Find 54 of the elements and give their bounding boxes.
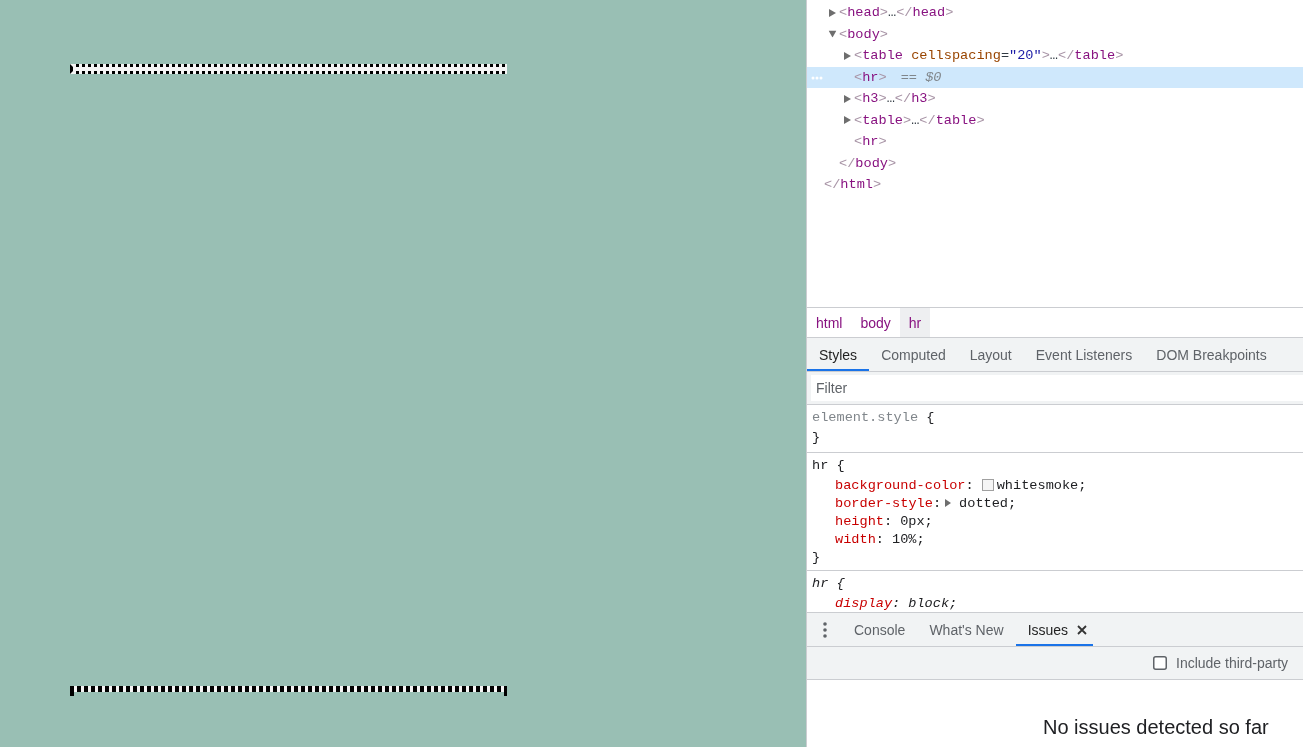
sidebar-tab[interactable]: Computed xyxy=(869,338,958,371)
dom-tree-row[interactable]: <body> xyxy=(807,23,1303,45)
dom-tree-row[interactable]: <hr> xyxy=(807,131,1303,153)
closing-tag-markup: </html> xyxy=(824,177,882,193)
sidebar-tab[interactable]: Event Listeners xyxy=(1023,338,1145,371)
disclosure-triangle-icon[interactable] xyxy=(844,94,851,103)
dom-tree-row[interactable]: <hr> == $0 xyxy=(807,66,1303,88)
disclosure-triangle-icon[interactable] xyxy=(945,499,952,507)
breadcrumb[interactable]: body xyxy=(851,308,900,337)
drawer-tab[interactable]: Console xyxy=(842,613,918,646)
dom-tree-row[interactable]: <head>…</head> xyxy=(807,2,1303,24)
css-property-value[interactable]: whitesmoke; xyxy=(996,477,1087,493)
dom-tree-row[interactable]: <table>…</table> xyxy=(807,109,1303,131)
filter-field[interactable]: Filter xyxy=(811,375,1303,401)
css-property-name[interactable]: border-style: xyxy=(835,495,942,511)
css-selector: element.style { xyxy=(812,409,935,425)
css-property-value[interactable]: block; xyxy=(908,595,958,611)
css-property-name[interactable]: height: xyxy=(835,513,893,529)
css-selector: hr { xyxy=(812,457,845,473)
drawer-tab[interactable]: What's New xyxy=(917,613,1016,646)
breadcrumb[interactable]: html xyxy=(807,308,852,337)
closing-brace: } xyxy=(812,549,821,565)
element-markup: <table cellspacing="20">…</table> xyxy=(854,48,1124,64)
element-markup: <hr> == $0 xyxy=(854,69,942,85)
element-markup: <body> xyxy=(839,26,888,42)
empty-issues-message: No issues detected so far xyxy=(1043,716,1269,738)
color-swatch-icon[interactable] xyxy=(981,479,994,491)
element-markup: <hr> xyxy=(854,134,887,150)
closing-tag-markup: </body> xyxy=(839,155,897,171)
element-markup: <head>…</head> xyxy=(839,5,954,21)
css-property-name[interactable]: background-color: xyxy=(835,477,974,493)
dom-tree-row[interactable]: <h3>…</h3> xyxy=(807,88,1303,110)
vertical-dots-menu-icon[interactable] xyxy=(822,621,827,638)
css-property-name[interactable]: display: xyxy=(835,595,901,611)
css-property-value[interactable]: 10%; xyxy=(891,531,925,547)
breadcrumb[interactable]: hr xyxy=(899,308,931,337)
close-icon[interactable] xyxy=(1077,624,1088,635)
disclosure-triangle-icon[interactable] xyxy=(828,30,837,38)
checkbox-label[interactable]: Include third-party xyxy=(1176,655,1289,671)
dom-tree-row[interactable]: <table cellspacing="20">…</table> xyxy=(807,45,1303,67)
element-markup: <table>…</table> xyxy=(854,112,985,128)
disclosure-triangle-icon[interactable] xyxy=(844,116,851,125)
css-property-value[interactable]: dotted; xyxy=(959,495,1017,511)
disclosure-triangle-icon[interactable] xyxy=(829,8,836,17)
more-dots-icon[interactable] xyxy=(811,75,823,80)
element-markup: <h3>…</h3> xyxy=(854,91,936,107)
css-property-value[interactable]: 0px; xyxy=(900,513,933,529)
css-selector: hr { xyxy=(812,575,845,591)
sidebar-tab[interactable]: Layout xyxy=(957,338,1024,371)
sidebar-tab[interactable]: DOM Breakpoints xyxy=(1144,338,1279,371)
disclosure-triangle-icon[interactable] xyxy=(844,51,851,60)
css-property-name[interactable]: width: xyxy=(835,531,884,547)
closing-brace: } xyxy=(812,429,821,445)
checkbox[interactable] xyxy=(1153,656,1167,670)
